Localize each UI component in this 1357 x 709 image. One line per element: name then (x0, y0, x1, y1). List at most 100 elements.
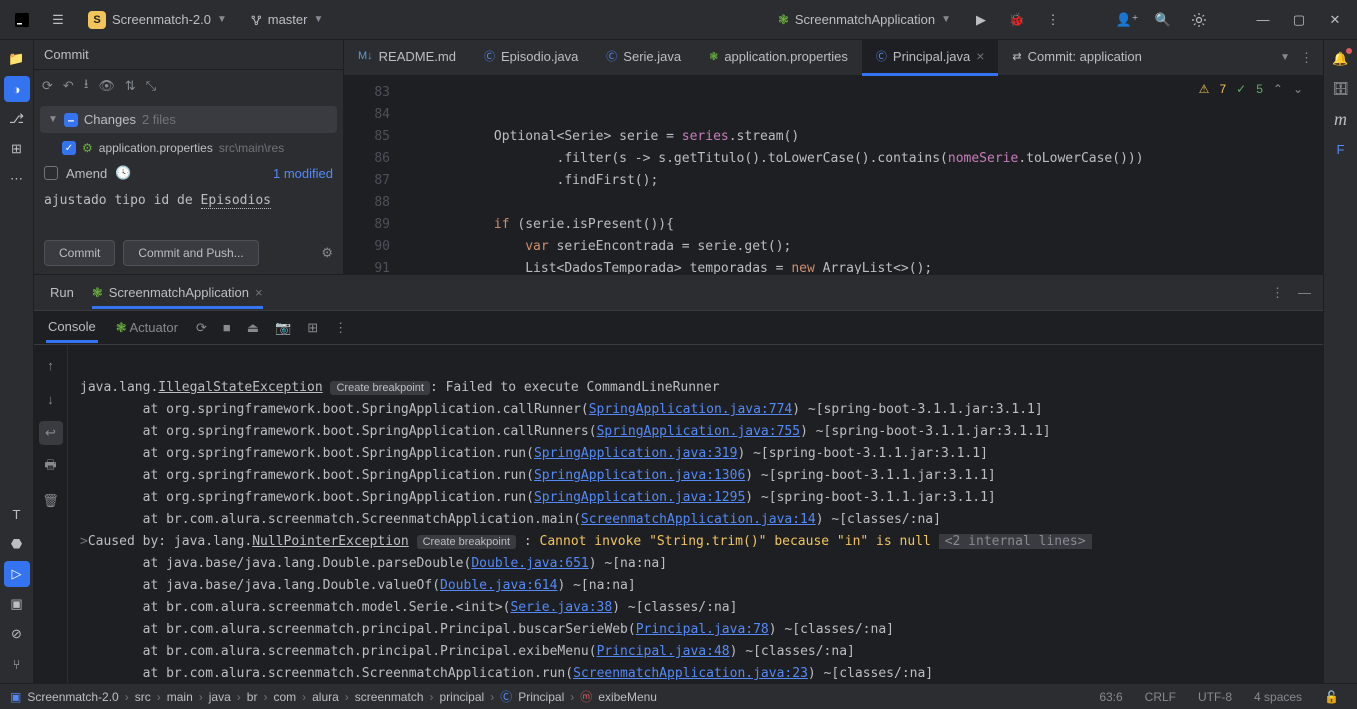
project-selector[interactable]: S Screenmatch-2.0 ▼ (80, 7, 235, 33)
tab-episodio[interactable]: ⒸEpisodio.java (470, 40, 592, 76)
breadcrumb[interactable]: br (247, 690, 258, 704)
maven-icon[interactable]: m (1328, 106, 1354, 132)
create-breakpoint-button[interactable]: Create breakpoint (330, 381, 429, 395)
settings-icon[interactable] (1185, 6, 1213, 34)
flyway-icon[interactable]: F (1328, 136, 1354, 162)
console-tab[interactable]: Console (46, 313, 98, 343)
database-icon[interactable]: 🗄 (1328, 76, 1354, 102)
tab-principal[interactable]: ⒸPrincipal.java× (862, 40, 999, 76)
commit-settings-icon[interactable]: ⚙ (321, 245, 333, 261)
problems-tool-icon[interactable]: ⊘ (4, 621, 30, 647)
run-more-icon[interactable]: ⋮ (1271, 285, 1284, 301)
maximize-button[interactable]: ▢ (1285, 6, 1313, 34)
breadcrumb[interactable]: alura (312, 690, 339, 704)
source-link[interactable]: ScreenmatchApplication.java:14 (581, 512, 816, 527)
commit-button[interactable]: Commit (44, 240, 115, 266)
minimize-button[interactable]: — (1249, 6, 1277, 34)
caret-position[interactable]: 63:6 (1091, 690, 1130, 704)
nav-up-icon[interactable]: ⌃ (1273, 82, 1283, 96)
console-output[interactable]: java.lang.IllegalStateException Create b… (68, 345, 1323, 683)
changes-node[interactable]: ▼ – Changes 2 files (40, 106, 337, 133)
ide-logo-icon[interactable] (8, 6, 36, 34)
diff-icon[interactable]: 👁 (98, 78, 115, 94)
main-menu-icon[interactable]: ☰ (44, 6, 72, 34)
exit-icon[interactable]: ⏏ (247, 320, 259, 336)
indent-settings[interactable]: 4 spaces (1246, 690, 1310, 704)
source-link[interactable]: ScreenmatchApplication.java:23 (573, 666, 808, 681)
tab-properties[interactable]: ❃application.properties (695, 40, 862, 76)
more-actions-icon[interactable]: ⋮ (1039, 6, 1067, 34)
source-link[interactable]: Principal.java:48 (597, 644, 730, 659)
tab-serie[interactable]: ⒸSerie.java (592, 40, 695, 76)
source-link[interactable]: Double.java:614 (440, 578, 557, 593)
scroll-up-icon[interactable]: ↑ (39, 353, 63, 377)
terminal-tool-icon[interactable]: ▣ (4, 591, 30, 617)
tab-readme[interactable]: M↓README.md (344, 40, 470, 76)
more-tools-icon[interactable]: ⋯ (4, 166, 30, 192)
group-icon[interactable]: ⇅ (125, 78, 136, 94)
exception-link[interactable]: IllegalStateException (158, 380, 322, 395)
create-breakpoint-button[interactable]: Create breakpoint (417, 535, 516, 549)
amend-checkbox[interactable] (44, 166, 58, 180)
source-link[interactable]: SpringApplication.java:1306 (534, 468, 745, 483)
scroll-down-icon[interactable]: ↓ (39, 387, 63, 411)
close-run-tab-icon[interactable]: × (255, 285, 263, 300)
file-encoding[interactable]: UTF-8 (1190, 690, 1240, 704)
hide-panel-icon[interactable]: — (1298, 285, 1311, 300)
commit-tool-icon[interactable]: ◑ (4, 76, 30, 102)
source-link[interactable]: SpringApplication.java:774 (589, 402, 793, 417)
breadcrumb[interactable]: principal (440, 690, 485, 704)
readonly-lock-icon[interactable]: 🔓 (1316, 690, 1347, 704)
search-icon[interactable]: 🔍 (1149, 6, 1177, 34)
rerun-icon[interactable]: ⟳ (196, 320, 207, 336)
breadcrumb[interactable]: src (135, 690, 151, 704)
inspection-widget[interactable]: ⚠7 ✓5 ⌃ ⌄ (1199, 82, 1303, 96)
tab-dropdown-icon[interactable]: ▼ (1280, 52, 1290, 63)
notifications-icon[interactable]: 🔔 (1328, 46, 1354, 72)
collapse-icon[interactable]: ⤡ (146, 78, 156, 94)
breadcrumb[interactable]: java (209, 690, 231, 704)
todo-tool-icon[interactable]: T (4, 501, 30, 527)
run-config-tab[interactable]: ❃ ScreenmatchApplication × (92, 285, 263, 309)
clear-icon[interactable]: 🗑 (39, 489, 63, 513)
run-tool-icon[interactable]: ▷ (4, 561, 30, 587)
debug-button[interactable]: 🐞 (1003, 6, 1031, 34)
modified-link[interactable]: 1 modified (273, 166, 333, 181)
breadcrumb[interactable]: screenmatch (355, 690, 424, 704)
pull-requests-icon[interactable]: ⎇ (4, 106, 30, 132)
code-editor[interactable]: ⚠7 ✓5 ⌃ ⌄ 838485868788899091 Optional<Se… (344, 76, 1323, 274)
actuator-tab[interactable]: ❃ Actuator (114, 314, 180, 342)
breadcrumb[interactable]: main (167, 690, 193, 704)
code-content[interactable]: Optional<Serie> serie = series.stream() … (400, 76, 1323, 274)
code-with-me-icon[interactable]: 👤⁺ (1113, 6, 1141, 34)
source-link[interactable]: SpringApplication.java:319 (534, 446, 738, 461)
branch-selector[interactable]: 🜉 master ▼ (243, 3, 331, 37)
console-more-icon[interactable]: ⋮ (334, 320, 347, 336)
refresh-icon[interactable]: ⟳ (42, 78, 53, 94)
source-link[interactable]: Principal.java:78 (636, 622, 769, 637)
soft-wrap-icon[interactable]: ↩ (39, 421, 63, 445)
camera-icon[interactable]: 📷 (275, 320, 291, 336)
run-config-selector[interactable]: ❃ ScreenmatchApplication ▼ (770, 8, 959, 32)
breadcrumb[interactable]: exibeMenu (598, 690, 657, 704)
layout-icon[interactable]: ⊞ (307, 320, 318, 336)
source-link[interactable]: Double.java:651 (471, 556, 588, 571)
stop-icon[interactable]: ■ (223, 320, 231, 335)
close-button[interactable]: ✕ (1321, 6, 1349, 34)
commit-and-push-button[interactable]: Commit and Push... (123, 240, 258, 266)
close-tab-icon[interactable]: × (976, 48, 984, 64)
tab-more-icon[interactable]: ⋮ (1300, 50, 1313, 66)
tab-commit-diff[interactable]: ⇄Commit: application (998, 40, 1155, 76)
source-link[interactable]: Serie.java:38 (510, 600, 612, 615)
print-icon[interactable]: 🖶 (39, 455, 63, 479)
nav-down-icon[interactable]: ⌄ (1293, 82, 1303, 96)
services-tool-icon[interactable]: ⬣ (4, 531, 30, 557)
run-button[interactable]: ▶ (967, 6, 995, 34)
exception-link[interactable]: NullPointerException (252, 534, 409, 549)
commit-message-input[interactable]: ajustado tipo id de Episodios (34, 187, 343, 214)
line-separator[interactable]: CRLF (1137, 690, 1184, 704)
source-link[interactable]: SpringApplication.java:1295 (534, 490, 745, 505)
breadcrumb[interactable]: Principal (518, 690, 564, 704)
breadcrumb[interactable]: Screenmatch-2.0 (27, 690, 118, 704)
checkbox-checked-icon[interactable]: ✓ (62, 141, 76, 155)
